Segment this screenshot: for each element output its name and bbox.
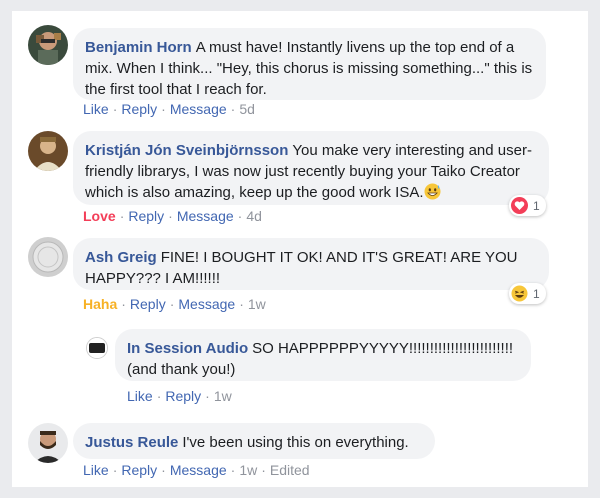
reaction-count[interactable]: 1 xyxy=(509,195,546,216)
love-reaction-link[interactable]: Love xyxy=(83,208,116,224)
message-link[interactable]: Message xyxy=(170,101,227,117)
comment-actions: Haha · Reply · Message · 1w xyxy=(83,296,266,312)
message-link[interactable]: Message xyxy=(170,462,227,478)
grinning-sweat-emoji xyxy=(424,183,441,206)
comment-actions: Like · Reply · Message · 1w · Edited xyxy=(83,462,310,478)
comment-timestamp[interactable]: 1w xyxy=(239,462,257,478)
avatar[interactable] xyxy=(28,237,68,277)
avatar[interactable] xyxy=(28,25,68,65)
avatar[interactable] xyxy=(28,131,68,171)
edited-label[interactable]: Edited xyxy=(270,462,310,478)
comment-bubble: Justus Reule I've been using this on ever… xyxy=(73,423,435,459)
message-link[interactable]: Message xyxy=(178,296,235,312)
reply-link[interactable]: Reply xyxy=(128,208,164,224)
comment-bubble: Kristján Jón Sveinbjörnsson You make very… xyxy=(73,131,549,205)
comment-actions: Like · Reply · Message · 5d xyxy=(83,101,255,117)
reply-link[interactable]: Reply xyxy=(165,388,201,404)
avatar[interactable] xyxy=(86,337,108,359)
comment-timestamp[interactable]: 1w xyxy=(248,296,266,312)
like-link[interactable]: Like xyxy=(127,388,153,404)
comment-bubble: In Session Audio SO HAPPPPPPYYYYY!!!!!!!!… xyxy=(115,329,531,381)
comments-panel: Benjamin Horn A must have! Instantly live… xyxy=(12,11,588,487)
haha-reaction-link[interactable]: Haha xyxy=(83,296,117,312)
comment-author[interactable]: In Session Audio xyxy=(127,340,248,357)
comment-bubble: Benjamin Horn A must have! Instantly live… xyxy=(73,28,546,100)
reply-link[interactable]: Reply xyxy=(130,296,166,312)
comment-timestamp[interactable]: 4d xyxy=(246,208,262,224)
reply-link[interactable]: Reply xyxy=(121,462,157,478)
heart-reaction-icon xyxy=(511,197,528,214)
comment-author[interactable]: Kristján Jón Sveinbjörnsson xyxy=(85,142,288,159)
comment-text: I've been using this on everything. xyxy=(182,434,409,451)
reaction-count[interactable]: 1 xyxy=(509,283,546,304)
comment-bubble: Ash Greig FINE! I BOUGHT IT OK! AND IT'S … xyxy=(73,238,549,290)
reaction-count-value: 1 xyxy=(533,198,540,213)
comment-author[interactable]: Benjamin Horn xyxy=(85,39,192,56)
reply-link[interactable]: Reply xyxy=(121,101,157,117)
like-link[interactable]: Like xyxy=(83,101,109,117)
comment-timestamp[interactable]: 1w xyxy=(214,388,232,404)
comment-author[interactable]: Justus Reule xyxy=(85,434,178,451)
message-link[interactable]: Message xyxy=(177,208,234,224)
avatar[interactable] xyxy=(28,423,68,463)
haha-reaction-icon xyxy=(511,285,528,302)
comment-actions: Like · Reply · 1w xyxy=(127,388,232,404)
comment-timestamp[interactable]: 5d xyxy=(239,101,255,117)
comment-author[interactable]: Ash Greig xyxy=(85,249,157,266)
reaction-count-value: 1 xyxy=(533,286,540,301)
comment-actions: Love · Reply · Message · 4d xyxy=(83,208,262,224)
like-link[interactable]: Like xyxy=(83,462,109,478)
